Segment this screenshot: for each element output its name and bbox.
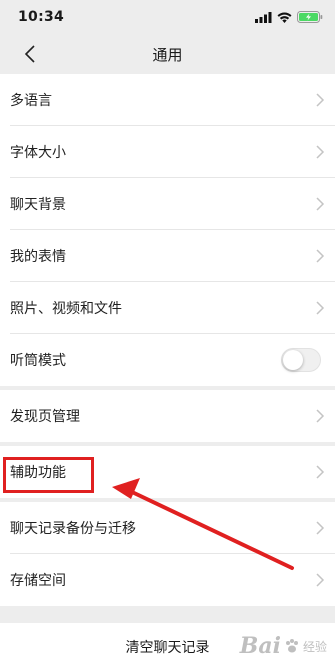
watermark-brand: Bai	[239, 633, 281, 659]
watermark: Bai 经验	[240, 633, 327, 659]
watermark-suffix: 经验	[302, 639, 327, 654]
paw-icon	[285, 639, 298, 653]
annotation-arrow	[112, 478, 294, 570]
